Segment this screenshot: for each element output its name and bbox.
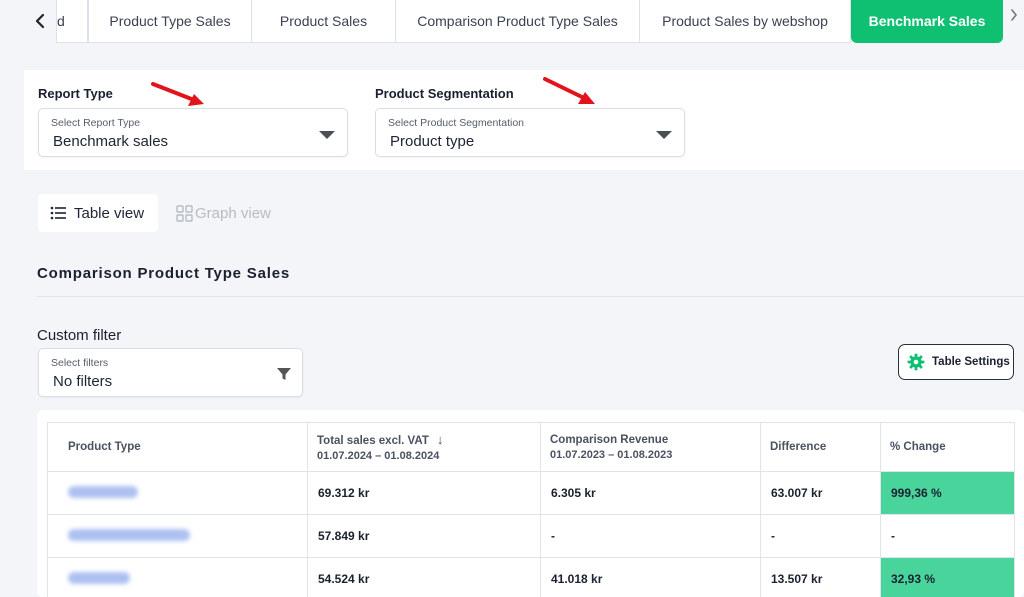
chevron-right-icon[interactable] — [1010, 8, 1018, 27]
report-type-value: Benchmark sales — [53, 133, 169, 150]
grid-icon — [176, 204, 193, 222]
graph-view-button[interactable]: Graph view — [176, 194, 296, 232]
column-header-label: Comparison Revenue — [550, 433, 669, 446]
funnel-icon — [276, 366, 292, 387]
column-header-comparison-revenue[interactable]: Comparison Revenue 01.07.2023 – 01.08.20… — [540, 422, 761, 472]
table-header-row: Product Type Total sales excl. VAT ↓ 01.0… — [47, 422, 1015, 472]
table-settings-label: Table Settings — [932, 356, 1010, 368]
report-type-select[interactable]: Select Report Type Benchmark sales — [38, 108, 348, 157]
difference-cell: - — [760, 514, 881, 558]
redacted-text — [68, 528, 190, 541]
product-type-cell[interactable] — [47, 514, 308, 558]
percent-change-cell: 32,93 % — [880, 557, 1015, 597]
custom-filter-value: No filters — [53, 373, 113, 390]
product-segmentation-select[interactable]: Select Product Segmentation Product type — [375, 108, 685, 157]
redacted-text — [68, 485, 138, 498]
column-header-label: Total sales excl. VAT — [317, 435, 429, 447]
product-segmentation-value: Product type — [390, 133, 475, 150]
table-view-button[interactable]: Table view — [38, 194, 158, 232]
total-sales-cell: 54.524 kr — [307, 557, 541, 597]
chevron-left-icon[interactable] — [26, 6, 54, 36]
difference-cell: 13.507 kr — [760, 557, 881, 597]
column-header-date-range: 01.07.2024 – 01.08.2024 — [317, 450, 440, 462]
annotation-arrow-icon — [543, 77, 595, 104]
tab-product-sales[interactable]: Product Sales — [251, 0, 396, 43]
table-row: 54.524 kr 41.018 kr 13.507 kr 32,93 % — [47, 557, 1015, 597]
comparison-table-card: Product Type Total sales excl. VAT ↓ 01.0… — [37, 410, 1024, 597]
caret-down-icon — [319, 131, 335, 139]
tab-product-type-sales[interactable]: Product Type Sales — [88, 0, 252, 43]
total-sales-cell: 69.312 kr — [307, 471, 541, 515]
table-view-label: Table view — [74, 204, 145, 222]
column-header-label: Product Type — [68, 441, 141, 453]
column-header-product-type[interactable]: Product Type — [47, 422, 308, 472]
product-segmentation-placeholder: Select Product Segmentation — [388, 117, 524, 129]
difference-cell: 63.007 kr — [760, 471, 881, 515]
divider — [37, 296, 1024, 297]
caret-down-icon — [656, 131, 672, 139]
annotation-arrow-icon — [151, 82, 204, 106]
percent-change-cell: - — [880, 514, 1015, 558]
tab-product-sales-by-webshop[interactable]: Product Sales by webshop — [639, 0, 851, 43]
comparison-revenue-cell: 41.018 kr — [540, 557, 761, 597]
total-sales-cell: 57.849 kr — [307, 514, 541, 558]
comparison-revenue-cell: - — [540, 514, 761, 558]
comparison-revenue-cell: 6.305 kr — [540, 471, 761, 515]
custom-filter-label: Custom filter — [37, 327, 122, 344]
redacted-text — [68, 571, 130, 584]
product-segmentation-label: Product Segmentation — [375, 86, 514, 101]
tab-partial[interactable]: d — [56, 0, 88, 43]
table-row: 57.849 kr - - - — [47, 514, 1015, 558]
table-settings-button[interactable]: Table Settings — [898, 344, 1014, 380]
product-type-cell[interactable] — [47, 557, 308, 597]
report-type-label: Report Type — [38, 86, 113, 101]
gear-icon — [907, 353, 925, 371]
sort-arrow-down-icon[interactable]: ↓ — [437, 432, 444, 447]
column-header-label: Difference — [770, 441, 827, 453]
table-row: 69.312 kr 6.305 kr 63.007 kr 999,36 % — [47, 471, 1015, 515]
comparison-table: Product Type Total sales excl. VAT ↓ 01.0… — [47, 422, 1015, 597]
column-header-label: % Change — [890, 441, 946, 453]
custom-filter-select[interactable]: Select filters No filters — [38, 348, 303, 397]
percent-change-cell: 999,36 % — [880, 471, 1015, 515]
graph-view-label: Graph view — [195, 204, 271, 222]
report-tab-bar: d Product Type Sales Product Sales Compa… — [0, 0, 1024, 44]
custom-filter-placeholder: Select filters — [51, 357, 109, 369]
report-type-placeholder: Select Report Type — [51, 117, 141, 129]
tab-comparison-product-type-sales[interactable]: Comparison Product Type Sales — [395, 0, 640, 43]
column-header-percent-change[interactable]: % Change — [880, 422, 1015, 472]
column-header-difference[interactable]: Difference — [760, 422, 881, 472]
column-header-date-range: 01.07.2023 – 01.08.2023 — [550, 448, 673, 461]
tab-benchmark-sales[interactable]: Benchmark Sales — [851, 0, 1003, 43]
product-type-cell[interactable] — [47, 471, 308, 515]
column-header-total-sales[interactable]: Total sales excl. VAT ↓ 01.07.2024 – 01.0… — [307, 422, 541, 472]
section-title: Comparison Product Type Sales — [37, 265, 290, 282]
list-icon — [50, 206, 66, 220]
